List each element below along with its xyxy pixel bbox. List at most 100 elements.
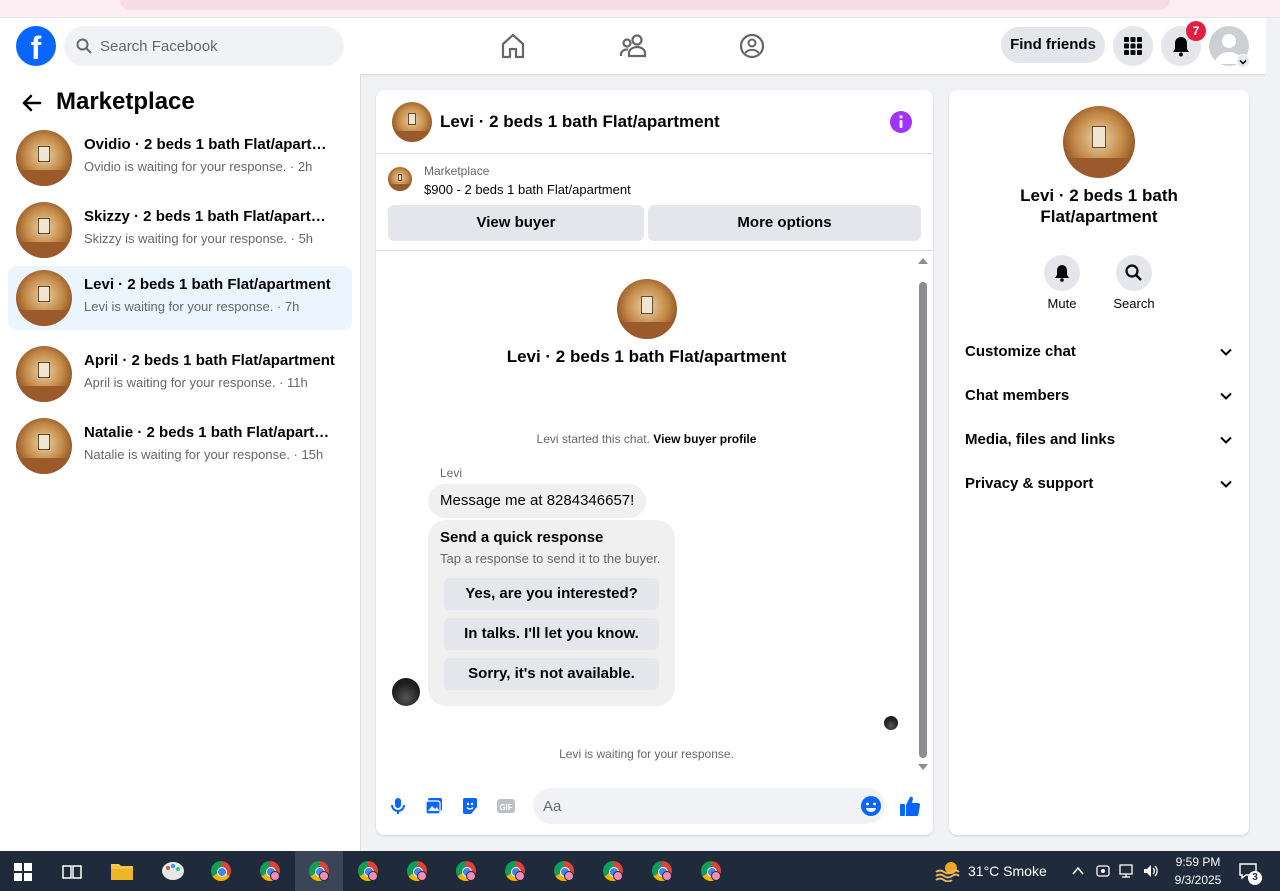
find-friends-button[interactable]: Find friends — [1001, 27, 1105, 63]
gif-icon[interactable]: GIF — [496, 796, 516, 816]
page-title: Marketplace — [56, 88, 195, 115]
info-icon[interactable] — [889, 110, 913, 134]
message-composer: GIF — [376, 782, 933, 830]
browser-tab-strip — [0, 0, 1280, 18]
conversation-item[interactable]: Ovidio · 2 beds 1 bath Flat/apartm... Ov… — [8, 126, 352, 190]
scroll-up-arrow-icon[interactable] — [918, 258, 928, 264]
chevron-down-icon — [1220, 436, 1232, 444]
thumbs-up-icon[interactable] — [898, 794, 922, 818]
conversation-title: Natalie · 2 beds 1 bath Flat/apartm... — [84, 424, 336, 441]
view-buyer-button[interactable]: View buyer — [388, 205, 644, 241]
chevron-down-icon — [1220, 480, 1232, 488]
listing-summary: Marketplace $900 - 2 beds 1 bath Flat/ap… — [376, 155, 933, 251]
clock-date[interactable]: 9/3/2025 — [1166, 873, 1230, 887]
scroll-down-arrow-icon[interactable] — [918, 764, 928, 770]
taskbar-chrome[interactable] — [491, 851, 539, 891]
quick-response-button[interactable]: In talks. I'll let you know. — [444, 618, 659, 650]
meet-now-icon[interactable] — [1095, 863, 1111, 879]
groups-icon[interactable] — [736, 30, 768, 62]
facebook-logo-icon[interactable]: f — [16, 26, 56, 66]
taskbar-chrome[interactable] — [246, 851, 294, 891]
conversation-item[interactable]: Natalie · 2 beds 1 bath Flat/apartm... N… — [8, 414, 352, 478]
chrome-icon — [211, 861, 231, 881]
task-view-icon[interactable] — [62, 863, 82, 881]
view-buyer-profile-link[interactable]: View buyer profile — [653, 432, 756, 446]
taskbar-chrome[interactable] — [687, 851, 735, 891]
chat-started-notice: Levi started this chat. View buyer profi… — [376, 432, 917, 446]
conversation-item[interactable]: April · 2 beds 1 bath Flat/apartment Apr… — [8, 342, 352, 406]
conversation-subtitle: Natalie is waiting for your response. · … — [84, 447, 324, 462]
svg-text:GIF: GIF — [499, 803, 512, 812]
file-explorer-icon[interactable] — [110, 861, 134, 881]
taskbar-chrome[interactable] — [638, 851, 686, 891]
network-icon[interactable] — [1118, 863, 1136, 879]
chevron-down-icon — [1220, 348, 1232, 356]
chat-scrollbar[interactable] — [917, 258, 929, 770]
notification-count-badge: 3 — [1248, 871, 1262, 885]
chevron-up-icon[interactable] — [1071, 865, 1085, 877]
more-options-button[interactable]: More options — [648, 205, 921, 241]
paint-app-icon[interactable] — [160, 860, 186, 882]
sticker-icon[interactable] — [460, 796, 480, 816]
bell-icon — [1055, 265, 1069, 282]
conversation-title: Skizzy · 2 beds 1 bath Flat/apartme... — [84, 208, 336, 225]
back-arrow-icon[interactable] — [20, 92, 42, 114]
quick-response-subtitle: Tap a response to send it to the buyer. — [440, 551, 661, 566]
mute-button[interactable]: Mute — [1032, 255, 1092, 311]
customize-chat-section[interactable]: Customize chat — [965, 336, 1233, 368]
taskbar-chrome[interactable] — [344, 851, 392, 891]
page-scrollbar[interactable] — [1266, 18, 1280, 851]
chat-panel: Levi · 2 beds 1 bath Flat/apartment Mark… — [376, 90, 933, 835]
quick-response-title: Send a quick response — [440, 529, 604, 546]
media-files-links-section[interactable]: Media, files and links — [965, 424, 1233, 456]
taskbar-chrome-active[interactable] — [295, 851, 343, 891]
taskbar-chrome[interactable] — [197, 851, 245, 891]
quick-response-card: Send a quick response Tap a response to … — [428, 520, 675, 706]
search-input[interactable] — [100, 26, 330, 66]
search-in-conversation-button[interactable]: Search — [1104, 255, 1164, 311]
quick-response-button[interactable]: Yes, are you interested? — [444, 578, 659, 610]
friends-icon[interactable] — [617, 30, 649, 62]
photo-icon[interactable] — [424, 796, 444, 816]
message-bubble[interactable]: Message me at 8284346657! — [428, 484, 647, 518]
weather-smoke-icon — [935, 862, 960, 882]
sender-avatar[interactable] — [392, 678, 420, 706]
listing-thumbnail — [16, 270, 72, 326]
volume-icon[interactable] — [1142, 863, 1160, 879]
chevron-down-icon[interactable] — [1236, 54, 1250, 68]
section-label: Chat members — [965, 387, 1070, 404]
taskbar-chrome[interactable] — [442, 851, 490, 891]
taskbar-chrome[interactable] — [589, 851, 637, 891]
message-input[interactable] — [533, 788, 885, 824]
conversation-item[interactable]: Skizzy · 2 beds 1 bath Flat/apartme... S… — [8, 198, 352, 262]
taskbar-chrome[interactable] — [540, 851, 588, 891]
scroll-thumb[interactable] — [919, 282, 927, 758]
windows-start-icon[interactable] — [14, 863, 32, 881]
marketplace-sidebar: Marketplace Ovidio · 2 beds 1 bath Flat/… — [0, 74, 361, 851]
home-icon[interactable] — [497, 30, 529, 62]
search-box[interactable] — [64, 26, 344, 66]
listing-thumbnail — [16, 346, 72, 402]
conversation-title: Ovidio · 2 beds 1 bath Flat/apartm... — [84, 136, 336, 153]
listing-thumbnail[interactable] — [392, 102, 432, 142]
menu-grid-button[interactable] — [1113, 26, 1153, 66]
message-sender-name: Levi — [440, 466, 463, 480]
listing-price-title[interactable]: $900 - 2 beds 1 bath Flat/apartment — [424, 182, 631, 197]
emoji-icon[interactable] — [860, 795, 882, 817]
conversation-heading: Levi · 2 beds 1 bath Flat/apartment — [506, 347, 787, 366]
chevron-down-icon — [1220, 392, 1232, 400]
listing-thumbnail — [16, 130, 72, 186]
started-text: Levi started this chat. — [536, 432, 650, 446]
browser-url-bar[interactable] — [120, 0, 1170, 10]
privacy-support-section[interactable]: Privacy & support — [965, 468, 1233, 500]
listing-thumbnail[interactable] — [1063, 106, 1135, 178]
chat-title[interactable]: Levi · 2 beds 1 bath Flat/apartment — [440, 112, 720, 132]
seen-indicator-avatar — [884, 716, 898, 730]
conversation-details-panel: Levi · 2 beds 1 bath Flat/apartment Mute… — [949, 90, 1249, 835]
conversation-item-active[interactable]: Levi · 2 beds 1 bath Flat/apartment Levi… — [8, 266, 352, 330]
clock-time[interactable]: 9:59 PM — [1166, 855, 1230, 869]
microphone-icon[interactable] — [388, 796, 408, 816]
quick-response-button[interactable]: Sorry, it's not available. — [444, 658, 659, 690]
chat-members-section[interactable]: Chat members — [965, 380, 1233, 412]
taskbar-chrome[interactable] — [393, 851, 441, 891]
